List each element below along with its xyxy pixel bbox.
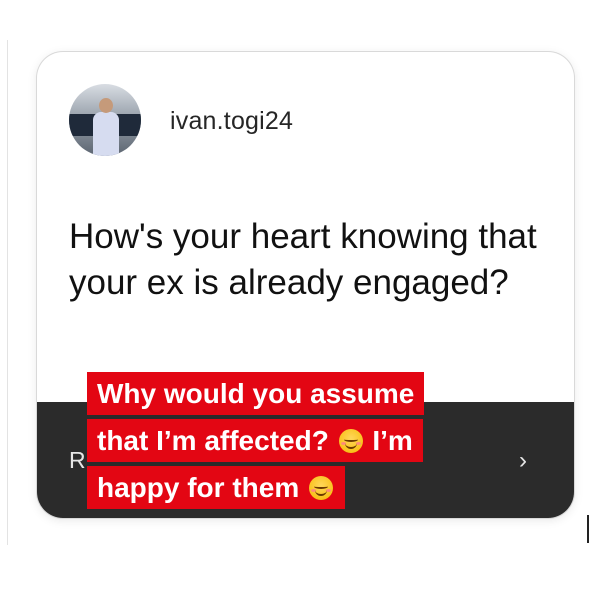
question-text: How's your heart knowing that your ex is… <box>69 217 537 302</box>
answer-line-1-text: Why would you assume <box>97 378 415 409</box>
answer-line-2: that I’m affected? I’m <box>87 419 423 462</box>
answer-line-3: happy for them <box>87 466 346 509</box>
answer-line-3-text: happy for them <box>97 472 300 503</box>
answer-line-2-text: that I’m affected? <box>97 425 329 456</box>
username-label[interactable]: ivan.togi24 <box>170 107 293 136</box>
avatar-person-body <box>93 112 119 156</box>
answer-line-1: Why would you assume <box>87 372 425 415</box>
left-edge-divider <box>7 40 8 545</box>
smiling-face-emoji-icon <box>309 476 334 500</box>
answer-caption: Why would you assume that I’m affected? … <box>87 372 532 513</box>
answer-line-2-tail: I’m <box>372 425 413 456</box>
avatar-person-head <box>99 98 113 113</box>
smiling-face-emoji-icon <box>338 429 363 453</box>
text-cursor <box>587 515 589 543</box>
reply-bar-label: R <box>69 447 86 473</box>
profile-avatar[interactable] <box>69 84 141 156</box>
